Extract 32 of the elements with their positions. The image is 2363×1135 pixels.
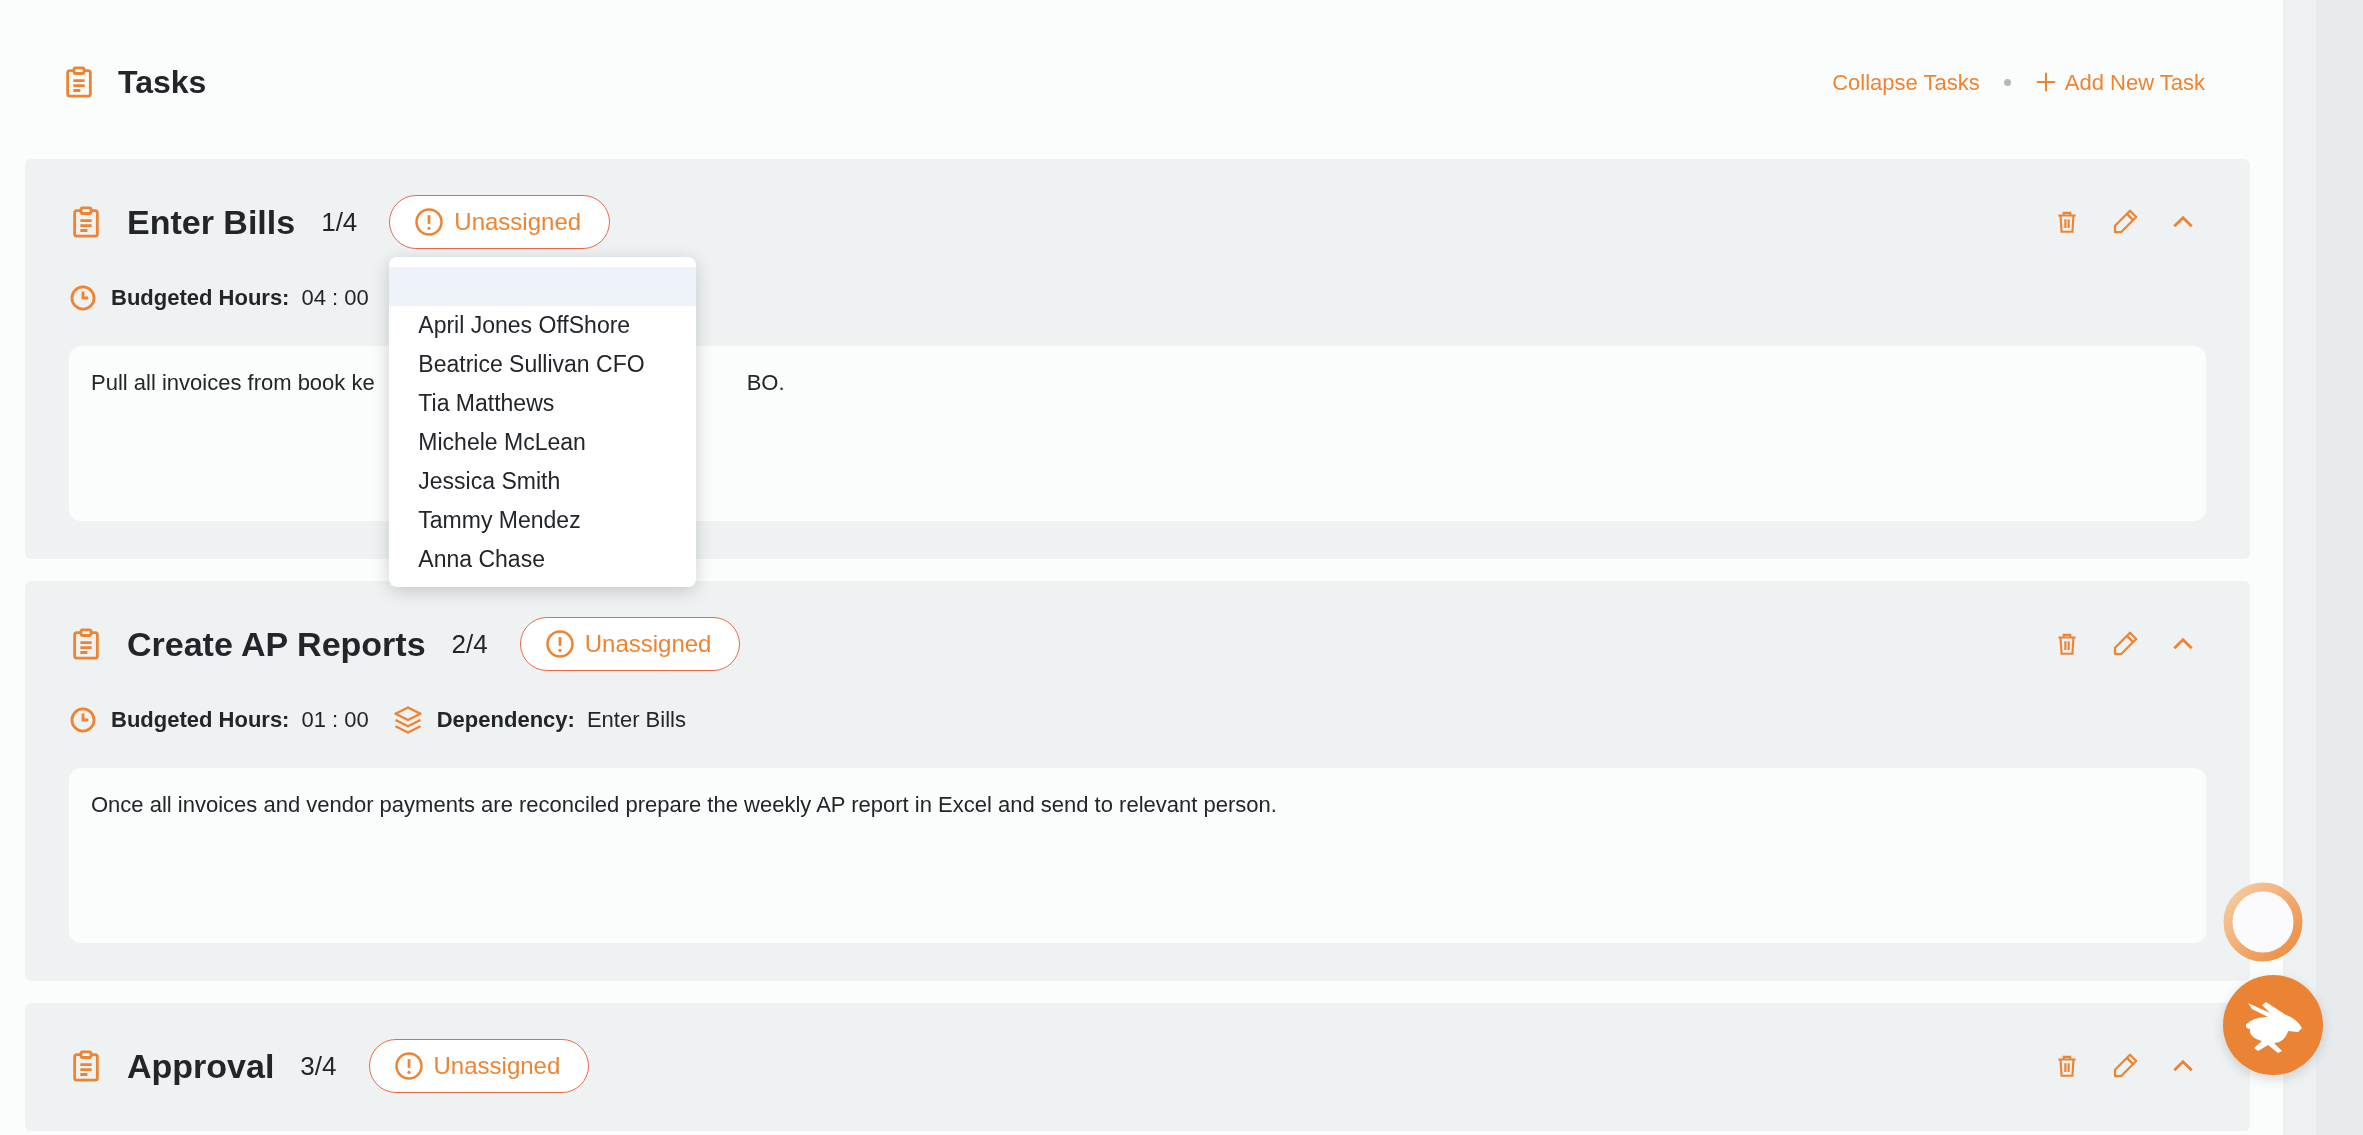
alert-icon [393, 1051, 424, 1081]
clock-icon [69, 705, 97, 734]
task-title: Enter Bills [127, 201, 296, 243]
status-ring-button[interactable] [2223, 882, 2303, 962]
dependency-label: Dependency: [436, 706, 575, 734]
budget-hours: 04 : 00 [301, 284, 369, 312]
description-text: Once all invoices and vendor payments are reconciled prepare the weekly AP report in Excel and send to relevant person. [91, 791, 1277, 819]
dropdown-option[interactable]: Beatrice Sullivan CFO [389, 345, 697, 384]
dropdown-option[interactable]: Tammy Mendez [389, 501, 697, 540]
task-count: 1/4 [321, 205, 358, 239]
task-count: 3/4 [300, 1049, 337, 1083]
task-title: Create AP Reports [127, 623, 426, 665]
description-text: Pull all invoices from book ke [91, 369, 375, 397]
budget-label: Budgeted Hours: [111, 706, 290, 734]
dropdown-option[interactable]: Jessica Smith [389, 462, 697, 501]
alert-icon [414, 207, 445, 237]
plus-icon [2034, 71, 2057, 93]
dependency-value: Enter Bills [586, 706, 686, 734]
separator-dot [2003, 78, 2011, 86]
task-title: Approval [127, 1045, 275, 1087]
description-text: BO. [746, 369, 785, 397]
section-title: Tasks [118, 63, 207, 102]
dropdown-option[interactable]: Michele McLean [389, 423, 697, 462]
clock-icon [69, 283, 97, 312]
dropdown-option[interactable]: Anna Chase [389, 540, 697, 579]
budget-hours: 01 : 00 [301, 706, 369, 734]
layers-icon [392, 704, 423, 735]
task-count: 2/4 [451, 627, 488, 661]
dropdown-option[interactable]: April Jones OffShore [389, 306, 697, 345]
alert-icon [544, 629, 575, 659]
dropdown-option[interactable]: Tia Matthews [389, 384, 697, 423]
budget-label: Budgeted Hours: [111, 284, 290, 312]
